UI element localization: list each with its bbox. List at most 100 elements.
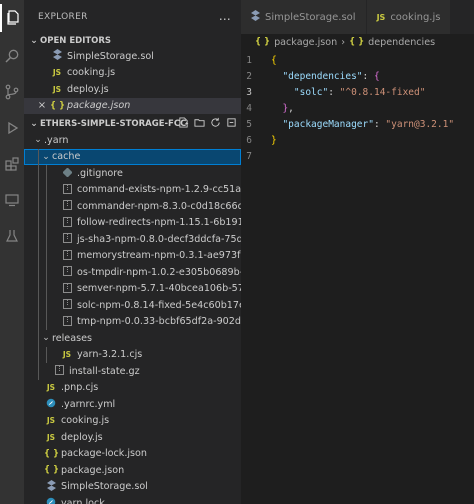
yarn-file-icon: [44, 497, 58, 504]
new-file-icon[interactable]: [178, 117, 189, 131]
tree-file[interactable]: os-tmpdir-npm-1.0.2-e305b0689b-56665...: [24, 264, 241, 281]
tree-item-label: .yarn: [44, 134, 69, 146]
tree-item-label: install-state.gz: [69, 365, 140, 377]
tree-item-label: os-tmpdir-npm-1.0.2-e305b0689b-56665...: [77, 266, 241, 278]
tree-file[interactable]: memorystream-npm-0.3.1-ae973f1d16-f1...: [24, 247, 241, 264]
explorer-files-icon[interactable]: [0, 4, 24, 32]
tree-item-label: package-lock.json: [61, 448, 147, 460]
tree-file[interactable]: follow-redirects-npm-1.15.1-6b191885cd..…: [24, 214, 241, 231]
tree-file[interactable]: install-state.gz: [24, 363, 241, 380]
open-editors-header[interactable]: ⌄ OPEN EDITORS: [24, 34, 241, 48]
indent-guide: [46, 181, 47, 198]
file-tree: ⌄ .yarn ⌄ cache .gitignore command-exists-npm…: [24, 132, 241, 504]
solidity-file-icon: [251, 10, 260, 24]
tree-file[interactable]: { } package-lock.json: [24, 446, 241, 463]
breadcrumb-item-symbol[interactable]: dependencies: [368, 37, 435, 48]
archive-file-icon: [60, 299, 74, 311]
tree-item-label: tmp-npm-0.0.33-bcbf65df2a-902d7aceb7...: [77, 316, 241, 328]
tree-file[interactable]: .yarnrc.yml: [24, 396, 241, 413]
open-editor-label: cooking.js: [67, 67, 116, 79]
more-actions-icon[interactable]: …: [219, 9, 231, 23]
code-token: {: [373, 70, 380, 82]
chevron-right-icon: ›: [341, 36, 346, 48]
tree-file[interactable]: solc-npm-0.8.14-fixed-5e4c60b17e-1b85...: [24, 297, 241, 314]
remote-explorer-icon[interactable]: [0, 186, 24, 214]
code-line: 6}: [241, 132, 474, 148]
extensions-icon[interactable]: [0, 150, 24, 178]
tree-file[interactable]: .gitignore: [24, 165, 241, 182]
code-editor[interactable]: 1{2 "dependencies": {3 "solc": "^0.8.14-…: [241, 52, 474, 164]
code-line: 3 "solc": "^0.8.14-fixed": [241, 84, 474, 100]
code-token: {: [271, 54, 277, 66]
open-editors-label: OPEN EDITORS: [40, 36, 112, 46]
close-icon[interactable]: ×: [36, 100, 48, 111]
open-editor-label: deploy.js: [67, 83, 109, 95]
tree-file[interactable]: command-exists-npm-1.2.9-cc51a1f78a-7...: [24, 181, 241, 198]
tree-file[interactable]: JS deploy.js: [24, 429, 241, 446]
tree-item-label: releases: [52, 332, 92, 344]
tree-file[interactable]: commander-npm-8.3.0-c0d18c66d5-0fe2...: [24, 198, 241, 215]
tree-file[interactable]: yarn.lock: [24, 495, 241, 504]
archive-file-icon: [60, 266, 74, 278]
js-file-icon: JS: [52, 84, 62, 94]
tree-file[interactable]: tmp-npm-0.0.33-bcbf65df2a-902d7aceb7...: [24, 313, 241, 330]
breadcrumb: { } package.json › { } dependencies: [241, 34, 474, 50]
tree-folder[interactable]: ⌄ cache: [24, 148, 241, 165]
json-object-icon: { }: [349, 37, 365, 47]
editor-tab[interactable]: SimpleStorage.sol: [241, 0, 367, 34]
js-file-icon: JS: [62, 350, 72, 360]
line-number: 2: [246, 70, 252, 82]
indent-guide: [46, 198, 47, 215]
tree-file[interactable]: SimpleStorage.sol: [24, 479, 241, 496]
tree-item-label: yarn-3.2.1.cjs: [77, 349, 143, 361]
line-number: 1: [246, 54, 252, 66]
collapse-all-icon[interactable]: [226, 117, 237, 131]
run-debug-icon[interactable]: [0, 114, 24, 142]
indent-guide: [38, 330, 39, 347]
tree-item-label: SimpleStorage.sol: [61, 481, 148, 493]
open-editor-item[interactable]: ×{ } package.json: [24, 97, 241, 114]
tree-folder[interactable]: ⌄ releases: [24, 330, 241, 347]
tab-label: cooking.js: [390, 11, 441, 23]
open-editor-item[interactable]: ×JScooking.js: [24, 65, 241, 82]
search-icon[interactable]: [0, 42, 24, 70]
tree-file[interactable]: semver-npm-5.7.1-40bcea106b-57fd0acf...: [24, 280, 241, 297]
editor-tabs: SimpleStorage.sol JS cooking.js: [241, 0, 474, 34]
tree-item-label: solc-npm-0.8.14-fixed-5e4c60b17e-1b85...: [77, 299, 241, 311]
refresh-icon[interactable]: [210, 117, 221, 131]
new-folder-icon[interactable]: [194, 117, 205, 131]
archive-file-icon: [60, 183, 74, 196]
archive-file-icon: [60, 233, 74, 245]
indent-guide: [46, 231, 47, 248]
indent-guide: [38, 165, 39, 182]
tree-file[interactable]: { } package.json: [24, 462, 241, 479]
archive-file-icon: [52, 365, 66, 377]
line-number: 7: [246, 150, 252, 162]
code-token: ,: [288, 102, 294, 114]
open-editors-list: ×SimpleStorage.sol×JScooking.js × JS deploy…: [24, 48, 241, 114]
tree-folder[interactable]: ⌄ .yarn: [24, 132, 241, 149]
chevron-down-icon: ⌄: [42, 151, 50, 162]
tree-file[interactable]: JS yarn-3.2.1.cjs: [24, 346, 241, 363]
tree-file[interactable]: JS cooking.js: [24, 413, 241, 430]
open-editor-item[interactable]: ×SimpleStorage.sol: [24, 48, 241, 65]
tree-item-label: deploy.js: [61, 431, 103, 443]
tree-file[interactable]: js-sha3-npm-0.8.0-decf3ddcfa-75df77c1fc.…: [24, 231, 241, 248]
source-control-icon[interactable]: [0, 78, 24, 106]
archive-file-icon: [60, 216, 74, 229]
tree-file[interactable]: JS .pnp.cjs: [24, 380, 241, 397]
indent-guide: [38, 181, 39, 198]
editor-tab[interactable]: JS cooking.js: [366, 0, 452, 34]
js-file-icon: JS: [46, 432, 56, 442]
testing-icon[interactable]: [0, 222, 24, 250]
tab-label: SimpleStorage.sol: [265, 11, 356, 23]
open-editor-item[interactable]: ×JSdeploy.js: [24, 81, 241, 98]
code-token: "yarn@3.2.1": [385, 118, 455, 130]
code-token: :: [328, 86, 340, 98]
breadcrumb-item-file[interactable]: package.json: [274, 37, 337, 48]
explorer-title: EXPLORER: [38, 12, 88, 22]
indent-guide: [38, 363, 39, 380]
line-number: 4: [246, 102, 252, 114]
js-file-icon: JS: [46, 416, 56, 426]
project-header[interactable]: ⌄ ETHERS-SIMPLE-STORAGE-FCC: [24, 116, 241, 132]
